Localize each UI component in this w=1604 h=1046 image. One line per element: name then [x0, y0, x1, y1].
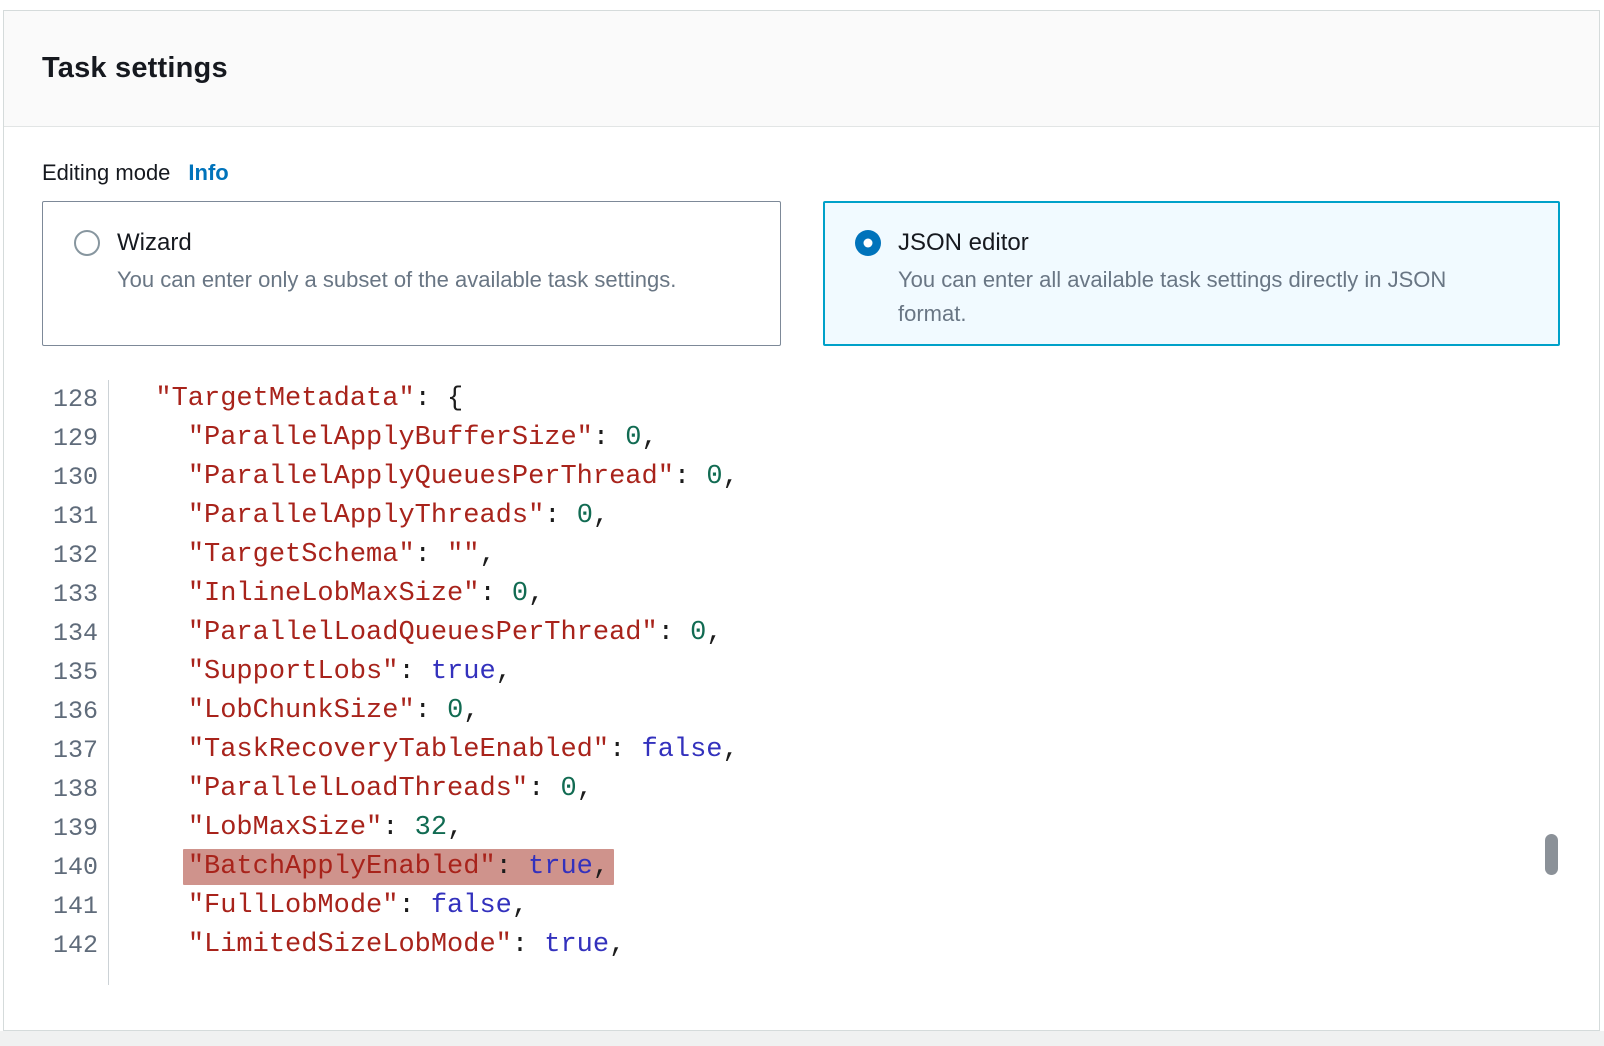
page-title: Task settings — [42, 52, 228, 85]
wizard-option-title: Wizard — [117, 227, 676, 259]
line-number: 130 — [4, 458, 109, 497]
task-settings-panel: Task settings Editing mode Info Wizard Y… — [3, 10, 1600, 1031]
json-editor-option-title: JSON editor — [898, 227, 1490, 259]
line-number: 138 — [4, 770, 109, 809]
code-line[interactable]: 139 "LobMaxSize": 32, — [4, 809, 1599, 848]
line-number: 137 — [4, 731, 109, 770]
json-editor-option-description: You can enter all available task setting… — [898, 263, 1490, 331]
line-number: 141 — [4, 887, 109, 926]
editing-mode-row: Editing mode Info — [42, 160, 1599, 186]
wizard-radio-button[interactable] — [74, 230, 100, 256]
code-line[interactable]: 130 "ParallelApplyQueuesPerThread": 0, — [4, 458, 1599, 497]
page-background-strip — [0, 1031, 1604, 1046]
line-number: 132 — [4, 536, 109, 575]
info-link[interactable]: Info — [188, 160, 228, 186]
line-number: 133 — [4, 575, 109, 614]
line-number: 142 — [4, 926, 109, 965]
wizard-option-card[interactable]: Wizard You can enter only a subset of th… — [42, 201, 781, 346]
code-line[interactable]: 142 "LimitedSizeLobMode": true, — [4, 926, 1599, 965]
editing-mode-label: Editing mode — [42, 160, 170, 186]
code-line[interactable]: 140 "BatchApplyEnabled": true, — [4, 848, 1599, 887]
code-line[interactable]: 131 "ParallelApplyThreads": 0, — [4, 497, 1599, 536]
code-line[interactable]: 136 "LobChunkSize": 0, — [4, 692, 1599, 731]
line-number: 134 — [4, 614, 109, 653]
panel-header: Task settings — [4, 11, 1599, 127]
json-editor-option-card[interactable]: JSON editor You can enter all available … — [823, 201, 1560, 346]
line-number: 129 — [4, 419, 109, 458]
json-editor-radio-button[interactable] — [855, 230, 881, 256]
line-number: 135 — [4, 653, 109, 692]
json-code-editor[interactable]: 128 "TargetMetadata": {129 "ParallelAppl… — [4, 380, 1599, 985]
line-number: 139 — [4, 809, 109, 848]
line-number: 128 — [4, 380, 109, 419]
code-lines: 128 "TargetMetadata": {129 "ParallelAppl… — [4, 380, 1599, 985]
code-line[interactable]: 132 "TargetSchema": "", — [4, 536, 1599, 575]
code-line[interactable]: 137 "TaskRecoveryTableEnabled": false, — [4, 731, 1599, 770]
line-number: 131 — [4, 497, 109, 536]
code-line[interactable]: 141 "FullLobMode": false, — [4, 887, 1599, 926]
editor-scrollbar-thumb[interactable] — [1545, 834, 1558, 875]
wizard-option-description: You can enter only a subset of the avail… — [117, 263, 676, 297]
code-line[interactable]: 128 "TargetMetadata": { — [4, 380, 1599, 419]
search-highlight: "BatchApplyEnabled": true, — [183, 849, 614, 885]
code-line[interactable]: 134 "ParallelLoadQueuesPerThread": 0, — [4, 614, 1599, 653]
code-line[interactable]: 129 "ParallelApplyBufferSize": 0, — [4, 419, 1599, 458]
code-line[interactable]: 133 "InlineLobMaxSize": 0, — [4, 575, 1599, 614]
line-number: 140 — [4, 848, 109, 887]
code-line[interactable]: 138 "ParallelLoadThreads": 0, — [4, 770, 1599, 809]
line-number: 136 — [4, 692, 109, 731]
editing-mode-options: Wizard You can enter only a subset of th… — [42, 201, 1599, 346]
code-line[interactable]: 135 "SupportLobs": true, — [4, 653, 1599, 692]
